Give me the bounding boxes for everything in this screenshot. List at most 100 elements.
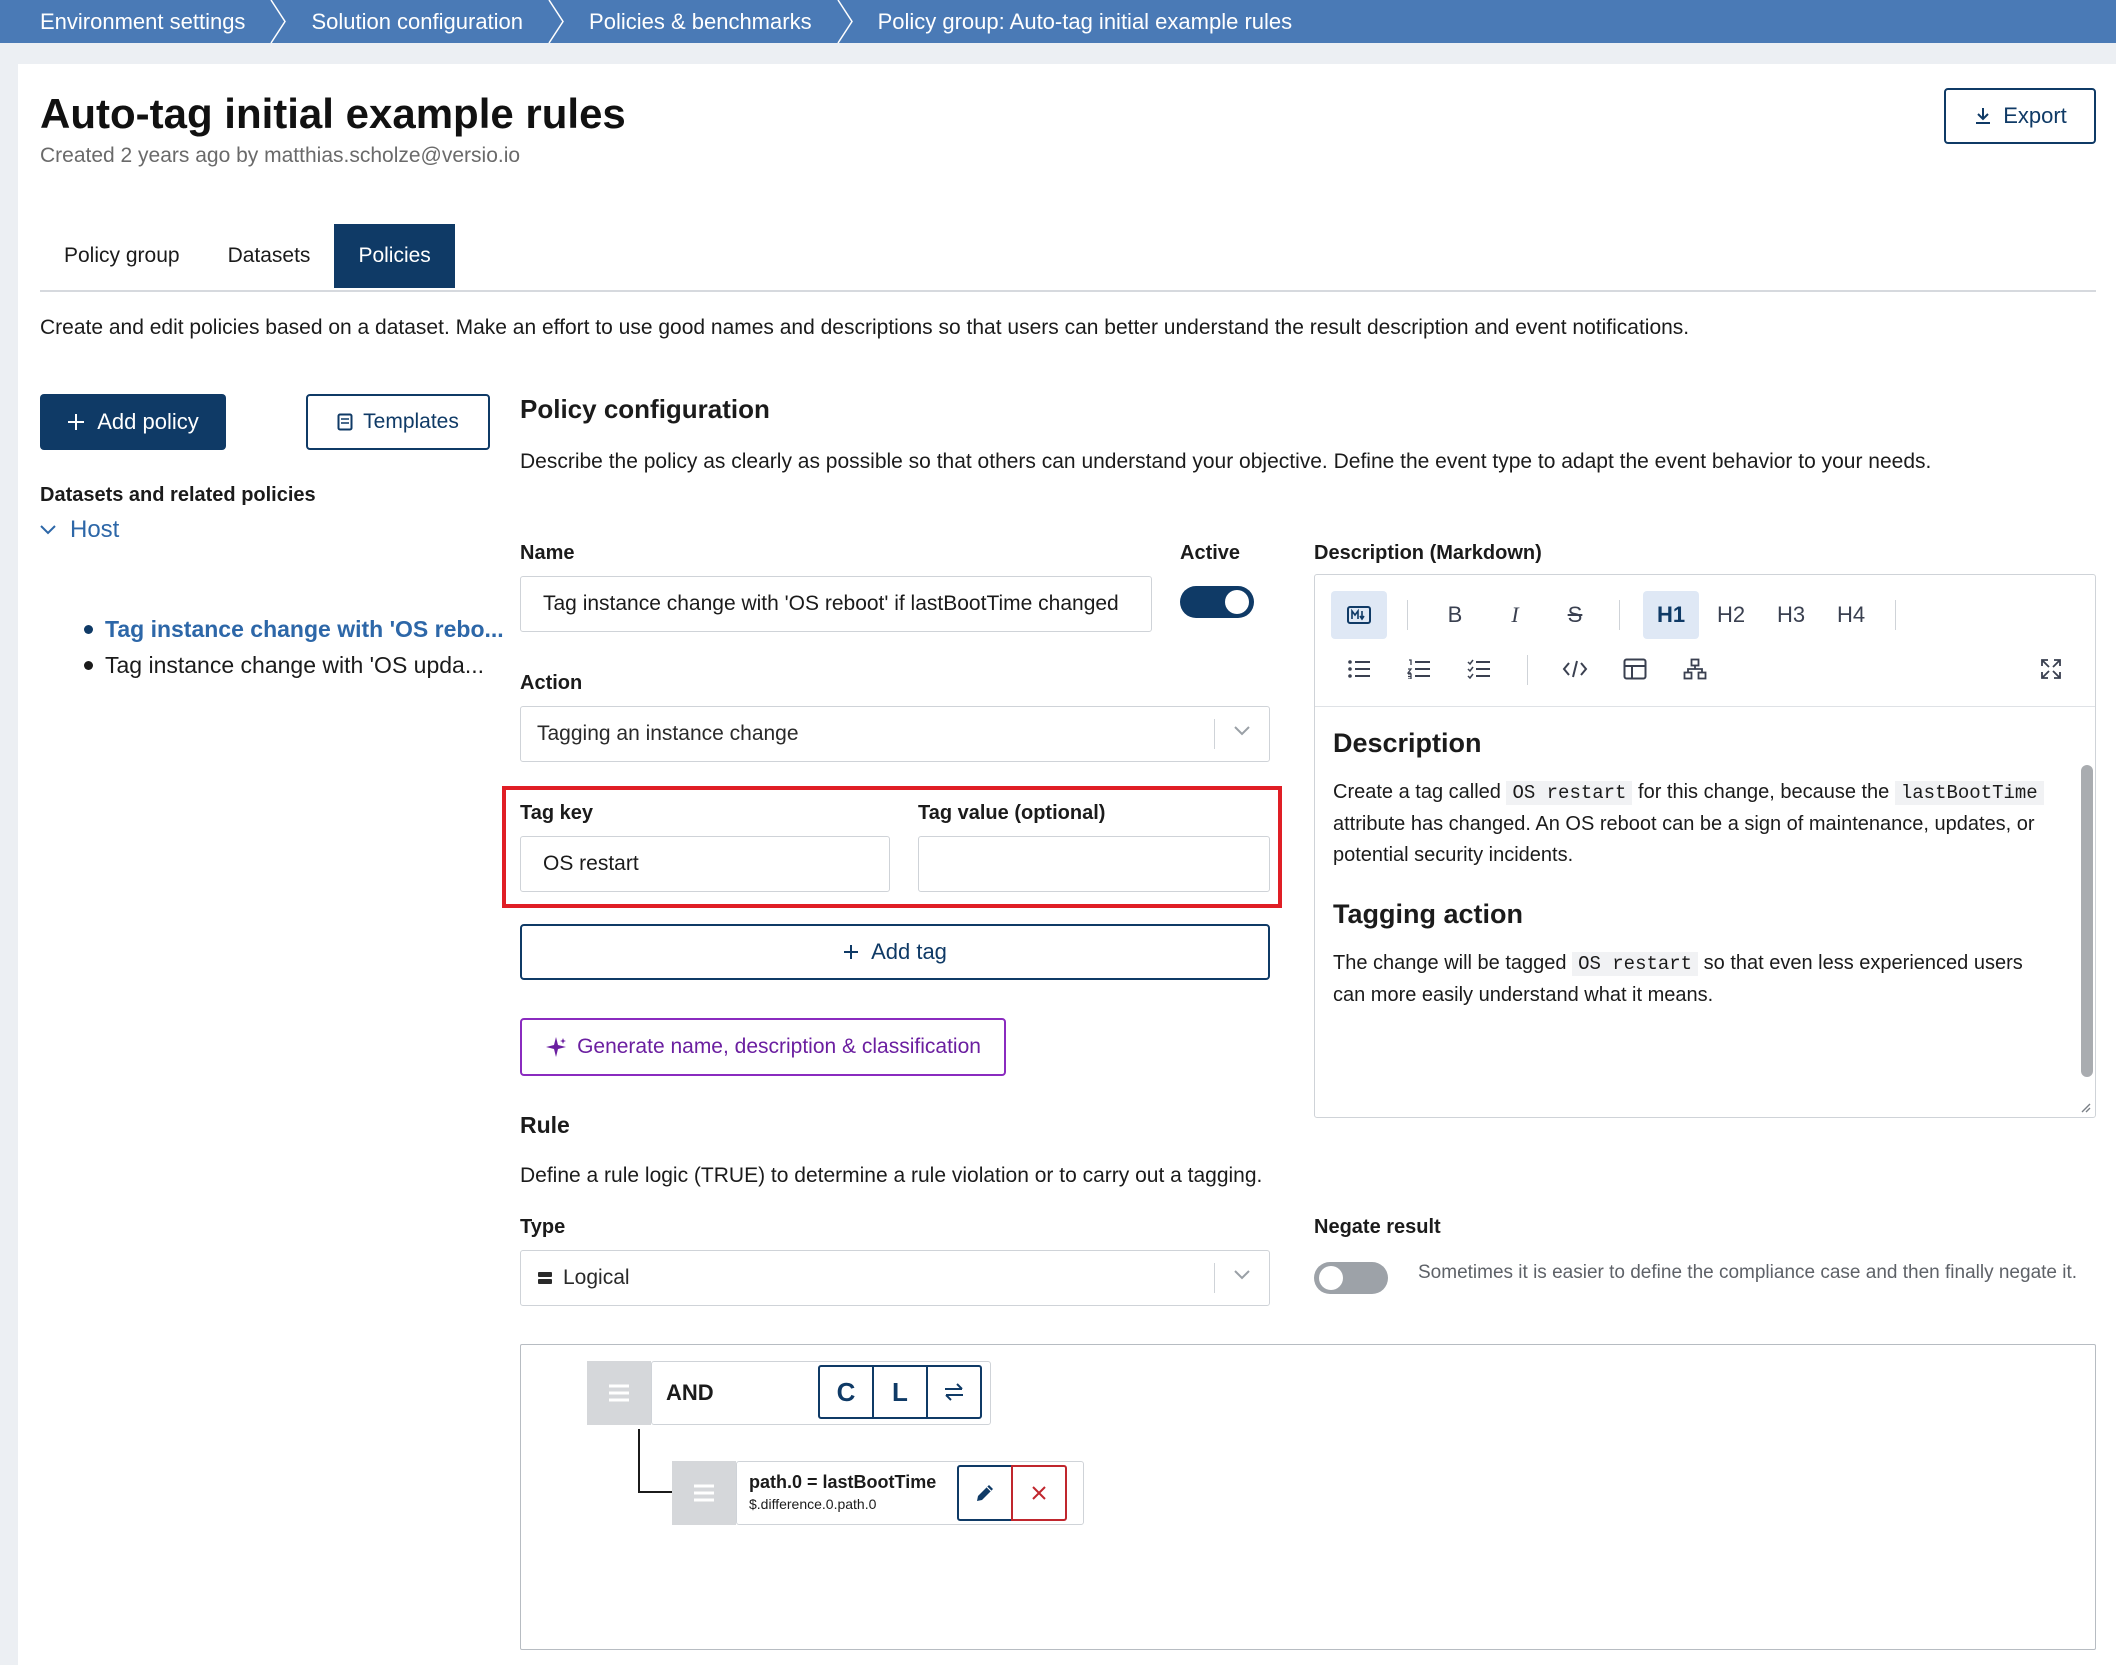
markdown-editor: B I S H1 H2 H3 H4 Description Create a t… [1314,574,2096,1118]
active-label: Active [1180,542,1241,564]
markdown-preview[interactable]: Description Create a tag called OS resta… [1315,708,2075,1116]
plus-icon [68,414,85,430]
tab-policies[interactable]: Policies [334,224,455,288]
rule-type-selected-value: Logical [563,1266,630,1289]
drag-handle-icon [609,1384,629,1402]
condition-title[interactable]: path.0 = lastBootTime [749,1472,936,1493]
bullet-list-icon [1348,660,1370,678]
add-policy-label: Add policy [97,409,199,434]
logical-group-node: AND C L [651,1361,991,1425]
chevron-down-icon [40,525,56,535]
preview-heading-tagging-action: Tagging action [1333,899,1523,929]
breadcrumb: Environment settings Solution configurat… [0,0,2116,43]
negate-label: Negate result [1314,1216,1441,1238]
diagram-icon [1683,658,1707,680]
tab-policy-group[interactable]: Policy group [40,224,204,288]
tree-item-label: Tag instance change with 'OS rebo... [105,616,504,642]
name-input[interactable]: Tag instance change with 'OS reboot' if … [520,576,1152,632]
negate-toggle[interactable] [1314,1262,1388,1294]
resize-handle-icon[interactable] [2079,1101,2091,1113]
numbered-list-icon [1407,659,1430,679]
tag-key-label: Tag key [520,802,593,824]
heading4-button[interactable]: H4 [1823,591,1879,639]
tree-group-label: Host [70,516,120,543]
diagram-button[interactable] [1667,645,1723,693]
export-button[interactable]: Export [1944,88,2096,144]
fullscreen-button[interactable] [2023,645,2079,693]
toggle-knob [1225,590,1249,614]
rule-type-select[interactable]: Logical [520,1250,1270,1306]
tag-value-input[interactable] [918,836,1270,892]
logical-icon [538,1272,552,1284]
bold-button[interactable]: B [1427,591,1483,639]
table-button[interactable] [1607,645,1663,693]
tree-connector [638,1491,672,1493]
breadcrumb-solution-configuration[interactable]: Solution configuration [271,0,564,43]
breadcrumb-environment-settings[interactable]: Environment settings [0,0,287,43]
intro-text: Create and edit policies based on a data… [40,316,1690,339]
heading1-button[interactable]: H1 [1643,591,1699,639]
editor-scrollbar[interactable] [2081,765,2093,1077]
add-logical-button[interactable]: L [872,1365,928,1419]
drag-handle-icon [694,1484,714,1502]
rule-builder: AND C L path.0 = lastBootTime $.differen… [520,1344,2096,1650]
download-icon [1976,108,1991,124]
preview-paragraph-1: Create a tag called OS restart for this … [1333,777,2057,871]
condition-node: path.0 = lastBootTime $.difference.0.pat… [736,1461,1084,1525]
breadcrumb-label: Environment settings [40,8,246,34]
text-run: for this change, because the [1632,781,1895,803]
toolbar-divider [1407,600,1408,630]
select-divider [1214,719,1215,749]
policy-config-description: Describe the policy as clearly as possib… [520,450,1932,473]
breadcrumb-label: Solution configuration [311,8,524,34]
bullet-list-button[interactable] [1331,645,1387,693]
tree-item-os-reboot[interactable]: Tag instance change with 'OS rebo... [84,616,504,643]
bullet-icon [84,625,93,634]
italic-button[interactable]: I [1487,591,1543,639]
tree-connector [638,1429,640,1493]
markdown-mode-button[interactable] [1331,591,1387,639]
generate-ai-button[interactable]: Generate name, description & classificat… [520,1018,1006,1076]
breadcrumb-policies-benchmarks[interactable]: Policies & benchmarks [549,0,853,43]
numbered-list-button[interactable] [1391,645,1447,693]
drag-handle-condition[interactable] [672,1461,736,1525]
description-label: Description (Markdown) [1314,542,1542,564]
heading2-button[interactable]: H2 [1703,591,1759,639]
toolbar-divider [1527,655,1528,685]
add-policy-button[interactable]: Add policy [40,394,226,450]
preview-heading-description: Description [1333,728,1482,758]
export-label: Export [2003,103,2067,128]
code-button[interactable] [1547,645,1603,693]
plus-icon [844,945,859,959]
page-title: Auto-tag initial example rules [40,90,626,137]
tree-group-host[interactable]: Host [40,516,119,544]
toolbar-divider [1619,600,1620,630]
tag-key-input[interactable]: OS restart [520,836,890,892]
drag-handle-group[interactable] [587,1361,651,1425]
active-toggle[interactable] [1180,586,1254,618]
delete-condition-button[interactable] [1011,1465,1067,1521]
operator-label[interactable]: AND [666,1380,714,1406]
action-select[interactable]: Tagging an instance change [520,706,1270,762]
inline-code: lastBootTime [1894,781,2044,805]
heading3-button[interactable]: H3 [1763,591,1819,639]
swap-operator-button[interactable] [926,1365,982,1419]
task-list-button[interactable] [1451,645,1507,693]
tab-divider [40,290,2096,292]
sparkle-icon [546,1037,567,1057]
task-list-icon [1467,659,1490,679]
text-run: attribute has changed. An OS reboot can … [1333,813,2035,866]
preview-paragraph-2: The change will be tagged OS restart so … [1333,948,2057,1011]
edit-condition-button[interactable] [957,1465,1013,1521]
text-run: Create a tag called [1333,781,1507,803]
toggle-knob [1319,1266,1343,1290]
strikethrough-button[interactable]: S [1547,591,1603,639]
tab-datasets[interactable]: Datasets [204,224,335,288]
template-icon [337,413,353,431]
tree-item-os-update[interactable]: Tag instance change with 'OS upda... [84,652,484,679]
tree-item-label: Tag instance change with 'OS upda... [105,652,485,678]
add-tag-button[interactable]: Add tag [520,924,1270,980]
markdown-icon [1347,606,1371,624]
add-condition-button[interactable]: C [818,1365,874,1419]
templates-button[interactable]: Templates [306,394,490,450]
